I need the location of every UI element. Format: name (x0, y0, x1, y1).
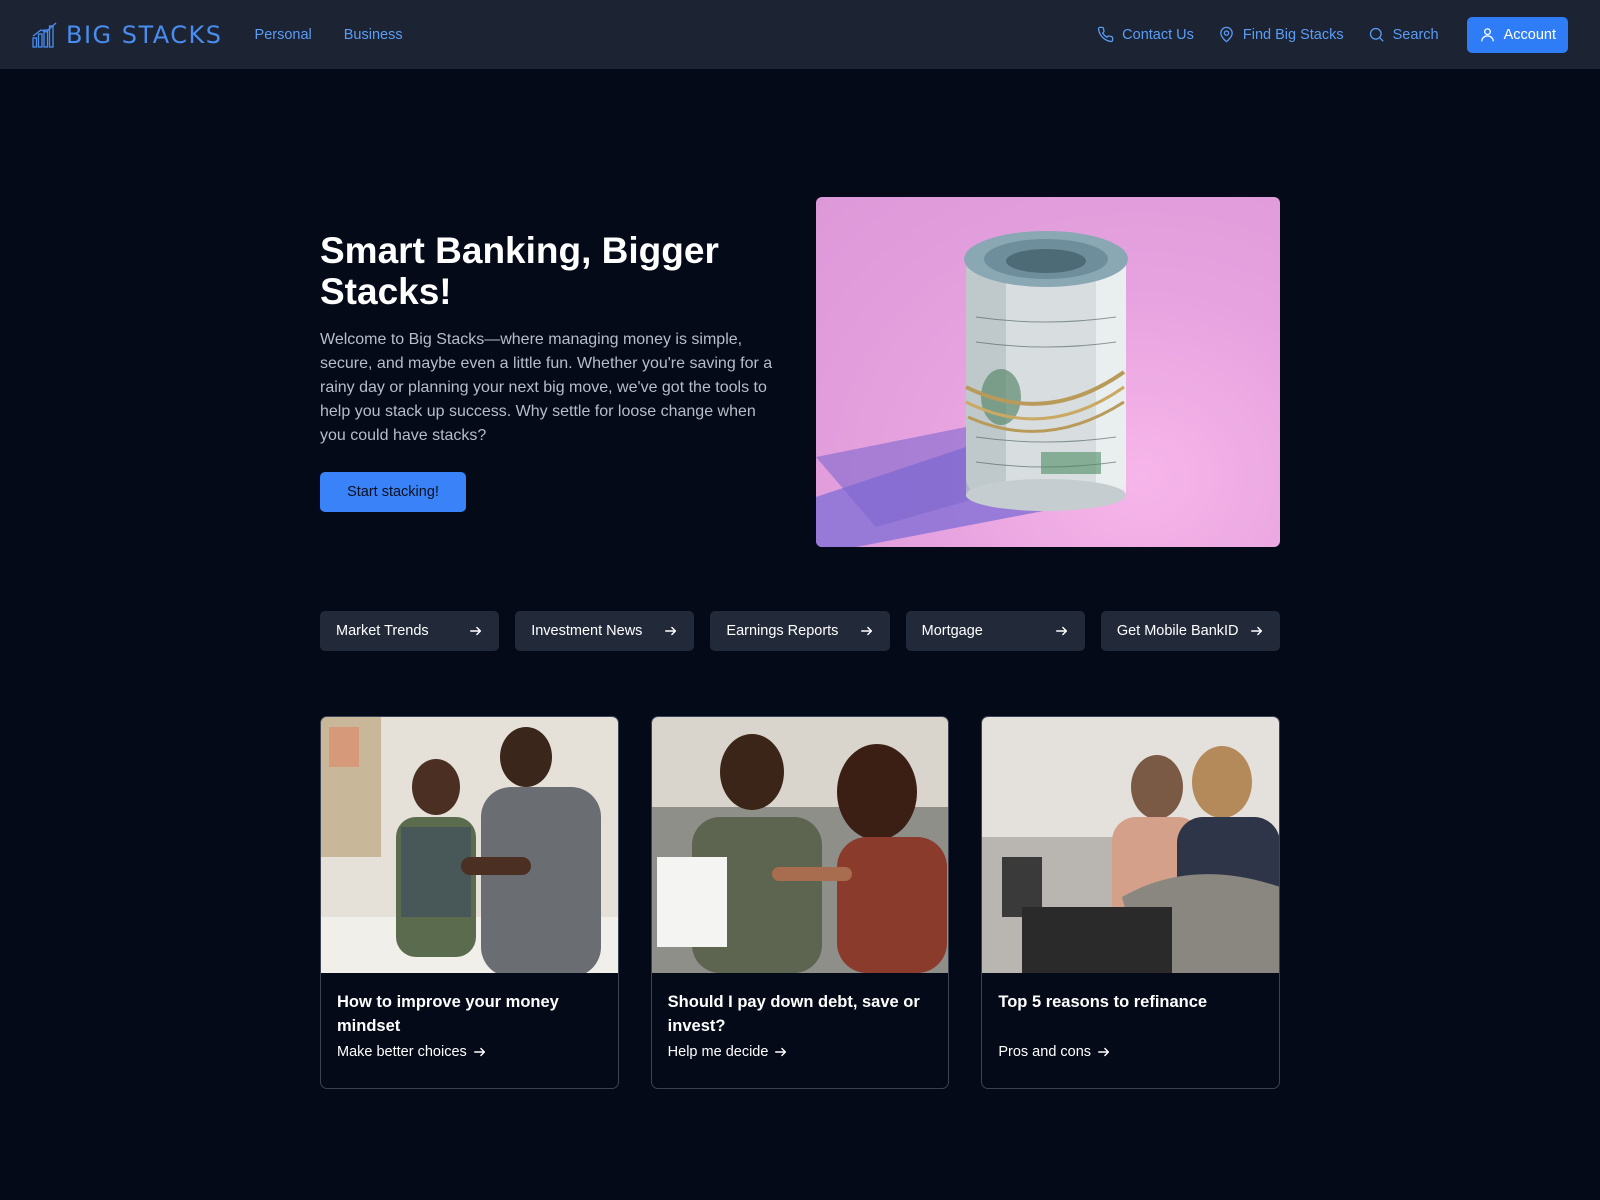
phone-icon (1098, 26, 1114, 43)
card-link-help-me-decide[interactable]: Help me decide (668, 1044, 789, 1060)
account-button[interactable]: Account (1466, 16, 1568, 53)
quick-link-label: Mortgage (921, 623, 983, 639)
article-cards: How to improve your money mindset Make b… (320, 716, 1281, 1089)
card-link-pros-and-cons[interactable]: Pros and cons (998, 1044, 1111, 1060)
arrow-right-icon (860, 626, 872, 636)
bar-chart-logo-icon (32, 22, 57, 48)
photo-illustration (651, 717, 949, 973)
card-title: Top 5 reasons to refinance (998, 993, 1208, 1011)
quick-link-earnings-reports[interactable]: Earnings Reports (710, 611, 890, 651)
account-label: Account (1503, 26, 1556, 43)
money-roll-illustration (816, 231, 1128, 547)
arrow-right-icon (1251, 626, 1263, 636)
quick-links-row: Market Trends Investment News Earnings R… (320, 611, 1281, 651)
primary-nav: Personal Business (255, 27, 403, 43)
arrow-right-icon (775, 1047, 787, 1057)
card-photo-women-on-couch-laptop (982, 717, 1280, 973)
search-icon (1369, 27, 1384, 42)
card-link-label: Make better choices (337, 1044, 467, 1060)
arrow-right-icon (1098, 1047, 1110, 1057)
article-card-refinance[interactable]: Top 5 reasons to refinance Pros and cons (981, 716, 1281, 1089)
nav-personal[interactable]: Personal (255, 27, 312, 43)
quick-link-label: Earnings Reports (726, 623, 839, 639)
hero-description: Welcome to Big Stacks—where managing mon… (320, 331, 773, 444)
arrow-right-icon (1055, 626, 1067, 636)
card-photo-couple-reviewing-finances (651, 717, 949, 973)
article-card-debt-save-invest[interactable]: Should I pay down debt, save or invest? … (650, 716, 950, 1089)
quick-link-mobile-bankid[interactable]: Get Mobile BankID (1100, 611, 1281, 651)
card-photo-father-son-counting-coins (321, 717, 618, 973)
map-pin-icon (1220, 26, 1233, 43)
quick-link-label: Market Trends (336, 623, 429, 639)
article-card-money-mindset[interactable]: How to improve your money mindset Make b… (320, 716, 619, 1089)
find-big-stacks-link[interactable]: Find Big Stacks (1218, 26, 1344, 43)
arrow-right-icon (665, 626, 677, 636)
card-link-label: Help me decide (667, 1044, 769, 1060)
nav-business[interactable]: Business (344, 27, 403, 43)
card-link-label: Pros and cons (998, 1044, 1092, 1060)
brand-logo[interactable]: BIG STACKS (32, 21, 223, 49)
card-title: How to improve your money mindset (337, 993, 559, 1035)
quick-link-label: Get Mobile BankID (1116, 623, 1239, 639)
card-link-make-better-choices[interactable]: Make better choices (337, 1044, 487, 1060)
brand-name: BIG STACKS (66, 20, 223, 49)
search-link[interactable]: Search (1368, 26, 1439, 43)
search-label: Search (1392, 26, 1439, 43)
quick-link-investment-news[interactable]: Investment News (515, 611, 695, 651)
quick-link-mortgage[interactable]: Mortgage (905, 611, 1085, 651)
photo-illustration (982, 717, 1280, 973)
hero-title: Smart Banking, Bigger Stacks! (320, 230, 719, 312)
top-navigation-bar: BIG STACKS Personal Business Contact Us … (0, 0, 1600, 69)
quick-link-label: Investment News (531, 623, 643, 639)
contact-us-link[interactable]: Contact Us (1097, 26, 1194, 43)
user-icon (1480, 28, 1494, 42)
utility-nav: Contact Us Find Big Stacks Search Accoun… (1097, 16, 1568, 53)
start-stacking-button[interactable]: Start stacking! (320, 472, 466, 512)
find-big-stacks-label: Find Big Stacks (1242, 26, 1344, 43)
hero-image-money-roll (816, 197, 1280, 547)
photo-illustration (321, 717, 618, 973)
quick-link-market-trends[interactable]: Market Trends (320, 611, 500, 651)
arrow-right-icon (473, 1047, 485, 1057)
arrow-right-icon (470, 626, 482, 636)
card-title: Should I pay down debt, save or invest? (667, 993, 920, 1035)
contact-us-label: Contact Us (1122, 26, 1194, 43)
